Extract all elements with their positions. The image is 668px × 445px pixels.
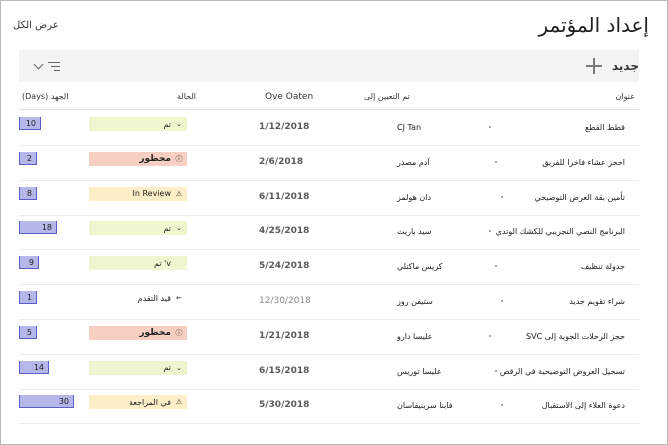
status-badge: محظور ⓘ	[89, 325, 187, 340]
row-assigned-to: فابنا سرينيفاسان	[397, 401, 453, 411]
table-row[interactable]: حجز الرحلات الجوية إلى SVC عليسا دارو 1/21…	[19, 320, 639, 355]
effort-bar: 18	[19, 221, 57, 235]
status-badge: تم ⌄	[89, 221, 187, 236]
row-assigned-to: سيد باريت	[397, 227, 432, 237]
row-due-date: 6/11/2018	[259, 191, 310, 202]
row-assigned-to: عليسا توريس	[397, 366, 442, 376]
effort-bar: 14	[19, 360, 49, 374]
row-due-date: 2/6/2018	[259, 156, 304, 167]
status-icon	[175, 259, 183, 267]
status-label: v' تم	[153, 258, 171, 268]
row-more-dot	[501, 300, 503, 302]
effort-bar: 1	[19, 291, 37, 304]
table-row[interactable]: شراء تقويم جديد ستيفن روز 12/30/2018 قيد ال…	[19, 285, 639, 320]
status-badge: In Review ⚠	[89, 186, 187, 201]
list-frame: إعداد المؤتمر عرض الكل جديد عنوان تم الت…	[0, 0, 668, 445]
row-title[interactable]: شراء تقويم جديد	[569, 297, 625, 306]
chevron-down-icon: ⌄	[176, 120, 182, 128]
status-badge: في المراجعة ⚠	[89, 395, 187, 410]
view-options-button[interactable]	[33, 56, 75, 76]
effort-bar: 10	[19, 117, 41, 130]
status-label: محظور	[139, 327, 171, 338]
effort-bar: 2	[19, 151, 37, 165]
row-due-date: 12/30/2018	[259, 296, 311, 306]
status-label: في المراجعة	[128, 397, 171, 407]
row-due-date: 4/25/2018	[259, 226, 310, 237]
row-more-dot	[495, 160, 497, 163]
row-more-dot	[495, 265, 497, 268]
row-title[interactable]: تأمين بقة العرض التوضيحي	[535, 193, 626, 202]
status-label: قيد التقدم	[137, 293, 171, 303]
row-more-dot	[489, 126, 491, 128]
column-header-title[interactable]: عنوان	[616, 92, 635, 101]
row-title[interactable]: جدولة تنظيف	[581, 262, 625, 271]
row-title[interactable]: دعوة العلاء إلى الاستقبال	[542, 401, 625, 410]
column-header-row: عنوان تم التعيين إلى Ove Oaten الحالة ال…	[19, 85, 639, 110]
row-title[interactable]: تسجيل العروض التوضيحية في الرقص	[500, 367, 625, 376]
row-assigned-to: ستيفن روز	[397, 297, 433, 306]
effort-bar: 30	[19, 395, 74, 409]
column-header-due[interactable]: Ove Oaten	[265, 92, 313, 102]
column-header-status[interactable]: الحالة	[177, 92, 196, 101]
row-title[interactable]: حجز الرحلات الجوية إلى SVC	[526, 332, 625, 341]
status-label: تم	[163, 223, 171, 233]
row-due-date: 1/21/2018	[259, 330, 310, 341]
info-icon: ⓘ	[175, 328, 183, 337]
row-assigned-to: آدم مصدر	[397, 157, 430, 167]
column-header-assigned[interactable]: تم التعيين إلى	[364, 92, 410, 101]
status-label: تم	[163, 363, 171, 373]
row-title[interactable]: البرنامج النصي التجريبي للكشك الوتدي	[496, 227, 625, 236]
row-assigned-to: CJ Tan	[397, 123, 422, 132]
filter-lines-icon	[48, 61, 60, 71]
info-icon: ⓘ	[175, 154, 183, 163]
command-bar: جديد	[19, 50, 639, 82]
row-due-date: 5/24/2018	[259, 261, 310, 272]
row-more-dot	[489, 334, 491, 337]
table-row[interactable]: قطط القطع CJ Tan 1/12/2018 تم ⌄ 10	[19, 111, 639, 146]
status-badge: تم ⌄	[89, 360, 187, 375]
row-title[interactable]: احجز عشاء فاخرا للفريق	[542, 158, 625, 167]
table-row[interactable]: دعوة العلاء إلى الاستقبال فابنا سرينيفاسا…	[19, 389, 639, 425]
chevron-down-icon	[33, 59, 44, 70]
plus-icon	[584, 56, 604, 76]
row-title[interactable]: قطط القطع	[585, 123, 625, 132]
table-row[interactable]: تسجيل العروض التوضيحية في الرقص عليسا تور…	[19, 355, 639, 390]
table-row[interactable]: البرنامج النصي التجريبي للكشك الوتدي سيد …	[19, 215, 639, 251]
status-badge: تم ⌄	[89, 117, 187, 131]
row-more-dot	[501, 195, 503, 198]
row-due-date: 6/15/2018	[259, 365, 310, 376]
row-due-date: 5/30/2018	[259, 400, 310, 411]
new-item-button[interactable]: جديد	[578, 50, 639, 82]
row-assigned-to: دان هولمز	[397, 192, 432, 202]
status-badge: محظور ⓘ	[89, 151, 187, 166]
table-row[interactable]: جدولة تنظيف كريس ماكتلي 5/24/2018 v' تم 9	[19, 250, 639, 286]
effort-bar: 9	[19, 256, 39, 270]
row-assigned-to: عليسا دارو	[397, 331, 433, 341]
arrow-left-icon: ←	[176, 294, 182, 302]
row-more-dot	[501, 404, 503, 407]
see-all-link[interactable]: عرض الكل	[13, 20, 59, 31]
table-row[interactable]: احجز عشاء فاخرا للفريق آدم مصدر 2/6/2018 مح…	[19, 146, 639, 181]
effort-bar: 5	[19, 325, 37, 339]
warning-icon: ⚠	[175, 189, 183, 198]
chevron-down-icon: ⌄	[176, 363, 182, 372]
row-more-dot	[489, 230, 491, 233]
effort-bar: 8	[19, 186, 37, 200]
status-badge: قيد التقدم ←	[89, 291, 187, 305]
status-badge: v' تم	[89, 256, 187, 271]
chevron-down-icon: ⌄	[176, 224, 182, 233]
page-title: إعداد المؤتمر	[538, 13, 649, 37]
row-more-dot	[495, 369, 497, 372]
status-label: تم	[163, 119, 171, 129]
table-row[interactable]: تأمين بقة العرض التوضيحي دان هولمز 6/11/20…	[19, 181, 639, 216]
row-assigned-to: كريس ماكتلي	[397, 262, 443, 272]
new-item-label: جديد	[611, 59, 639, 73]
row-due-date: 1/12/2018	[259, 122, 310, 132]
warning-icon: ⚠	[175, 398, 183, 407]
status-label: محظور	[139, 153, 171, 164]
column-header-effort[interactable]: الجهد (Days)	[22, 92, 68, 101]
status-label: In Review	[132, 189, 171, 199]
